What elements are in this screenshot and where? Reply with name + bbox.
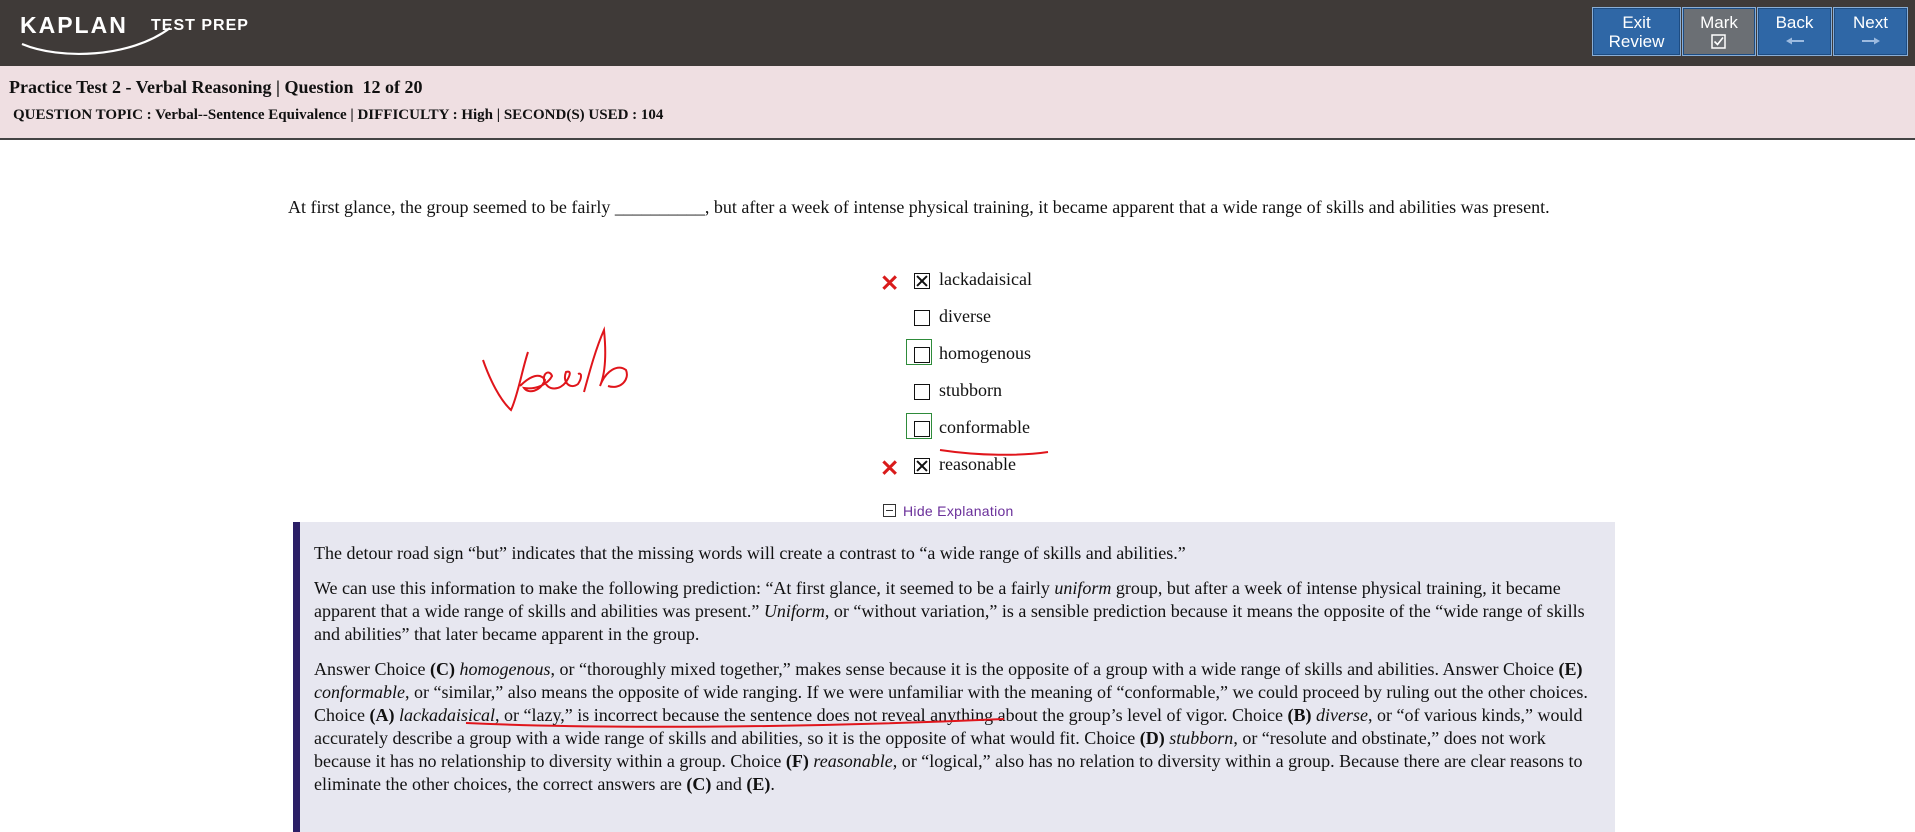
arrow-left-icon (1785, 37, 1804, 45)
checkbox[interactable] (914, 310, 930, 326)
explanation-paragraph-2: We can use this information to make the … (314, 577, 1603, 646)
exit-label-line1: Exit (1622, 13, 1651, 32)
handwritten-scribble (482, 326, 628, 412)
exit-label-line2: Review (1608, 32, 1665, 51)
choice-ref: (F) (785, 751, 809, 771)
choice-label: diverse (939, 306, 991, 326)
choice-ref: (D) (1139, 728, 1165, 748)
choice-ref: (E) (746, 774, 771, 794)
explanation-paragraph-1: The detour road sign “but” indicates tha… (314, 543, 1186, 563)
mark-label: Mark (1700, 13, 1738, 32)
minus-box-icon (883, 504, 896, 517)
choice-label: reasonable (939, 454, 1016, 474)
choice-ref: (C) (686, 774, 712, 794)
choice-d[interactable]: stubborn (880, 380, 1180, 410)
mark-button[interactable]: Mark (1682, 7, 1756, 56)
text: , or “thoroughly mixed together,” makes … (550, 659, 1559, 679)
checkbox[interactable] (914, 347, 930, 363)
question-header: Practice Test 2 - Verbal Reasoning | Que… (0, 66, 1915, 140)
choice-label: homogenous (939, 343, 1031, 363)
emphasis: homogenous (459, 659, 551, 679)
emphasis: Uniform (763, 601, 825, 621)
exit-review-button[interactable]: Exit Review (1592, 7, 1681, 56)
checkbox-checked[interactable] (914, 458, 930, 474)
choice-label: lackadaisical (939, 269, 1032, 289)
hide-explanation-label: Hide Explanation (903, 503, 1014, 519)
choice-ref: (E) (1558, 659, 1583, 679)
choice-label: conformable (939, 417, 1030, 437)
choice-b[interactable]: diverse (880, 306, 1180, 336)
logo-subtitle: TEST PREP (151, 17, 249, 34)
page-title: Practice Test 2 - Verbal Reasoning | Que… (9, 77, 423, 97)
hide-explanation-link[interactable]: Hide Explanation (883, 503, 1014, 519)
emphasis: stubborn (1169, 728, 1234, 748)
choice-f[interactable]: ✕ reasonable (880, 454, 1180, 484)
explanation-panel: The detour road sign “but” indicates tha… (293, 522, 1615, 832)
text: , or “lazy,” is incorrect because the se… (494, 705, 1288, 725)
emphasis: lackadaisical (399, 705, 495, 725)
emphasis: uniform (1054, 578, 1112, 598)
x-mark-icon: ✕ (880, 270, 900, 296)
text: and (711, 774, 747, 794)
question-stem: At first glance, the group seemed to be … (288, 197, 1550, 217)
choice-label: stubborn (939, 380, 1002, 400)
x-mark-icon: ✕ (880, 455, 900, 481)
checkbox-checked[interactable] (914, 273, 930, 289)
checkbox[interactable] (914, 421, 930, 437)
top-bar: KAPLAN TEST PREP Exit Review Mark Back N… (0, 0, 1915, 66)
choice-ref: (B) (1287, 705, 1312, 725)
kaplan-logo: KAPLAN TEST PREP (20, 10, 260, 56)
emphasis: reasonable (813, 751, 893, 771)
text: . (770, 774, 775, 794)
choice-e[interactable]: conformable (880, 413, 1180, 447)
text: We can use this information to make the … (314, 578, 1055, 598)
next-button[interactable]: Next (1833, 7, 1908, 56)
back-label: Back (1775, 13, 1814, 32)
emphasis: diverse (1316, 705, 1369, 725)
explanation-paragraph-3: Answer Choice (C) homogenous, or “thorou… (314, 658, 1603, 796)
choice-ref: (C) (429, 659, 455, 679)
text: Answer Choice (314, 659, 430, 679)
arrow-right-icon (1861, 37, 1880, 45)
checkbox[interactable] (914, 384, 930, 400)
emphasis: conformable (314, 682, 405, 702)
next-label: Next (1853, 13, 1888, 32)
question-meta: QUESTION TOPIC : Verbal--Sentence Equiva… (13, 107, 664, 123)
logo-word: KAPLAN (20, 12, 128, 38)
checkbox-checked-icon (1711, 34, 1726, 49)
choice-c[interactable]: homogenous (880, 339, 1180, 373)
choice-a[interactable]: ✕ lackadaisical (880, 269, 1180, 299)
back-button[interactable]: Back (1757, 7, 1832, 56)
choice-ref: (A) (369, 705, 395, 725)
